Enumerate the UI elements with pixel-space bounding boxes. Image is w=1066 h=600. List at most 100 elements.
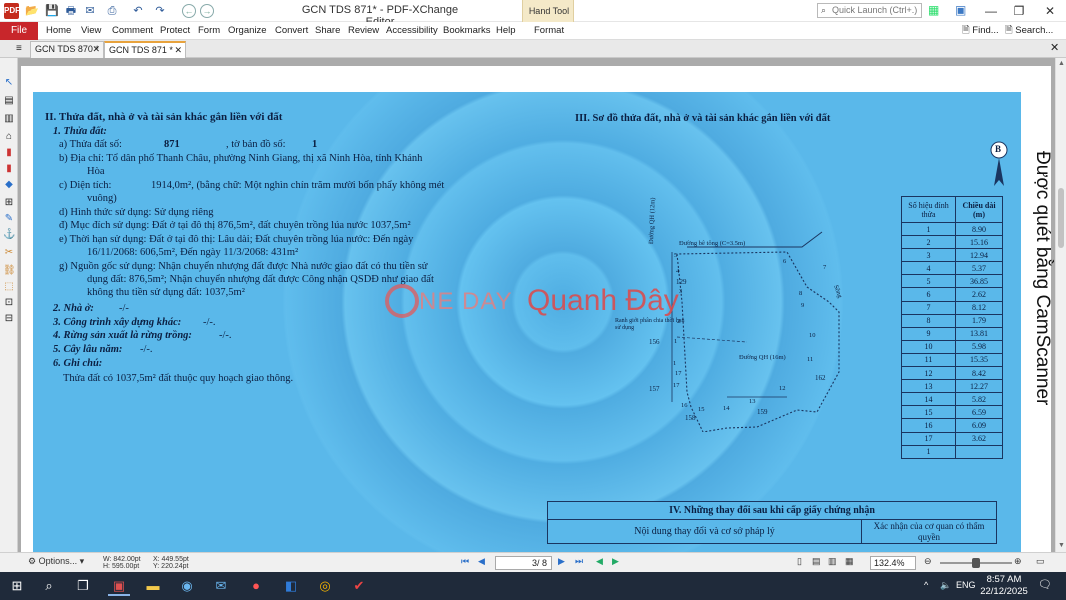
tab-share[interactable]: Share bbox=[315, 22, 340, 40]
zoom-slider-knob[interactable] bbox=[972, 558, 980, 568]
back-icon[interactable]: ← bbox=[182, 4, 196, 18]
system-clock[interactable]: 8:57 AM 22/12/2025 bbox=[979, 574, 1029, 598]
vertex-label: 12 bbox=[779, 385, 786, 392]
notifications-icon[interactable]: 🗨 bbox=[1038, 578, 1052, 591]
redo-icon[interactable]: ↷ bbox=[152, 3, 168, 19]
save-icon[interactable]: 💾 bbox=[44, 3, 60, 19]
outlook-taskbar-icon[interactable]: ◧ bbox=[280, 576, 302, 596]
fields-icon[interactable]: ⊞ bbox=[3, 196, 15, 209]
forward-icon[interactable]: → bbox=[200, 4, 214, 18]
app-logo-icon[interactable]: PDF bbox=[4, 3, 20, 19]
zoom-input[interactable]: 132.4% bbox=[870, 556, 916, 570]
zalo-taskbar-icon[interactable]: ● bbox=[245, 576, 267, 596]
email-icon[interactable]: ✉ bbox=[82, 3, 98, 19]
document-viewport[interactable]: II. Thửa đất, nhà ở và tài sản khác gắn … bbox=[18, 58, 1055, 552]
windows-start-icon[interactable]: ⊞ bbox=[6, 576, 28, 596]
tab-format[interactable]: Format bbox=[534, 22, 564, 40]
file-tab[interactable]: File bbox=[0, 22, 38, 40]
close-tab-icon[interactable]: ✕ bbox=[92, 42, 100, 57]
tab-list-icon[interactable]: ≡ bbox=[16, 43, 22, 54]
order-icon[interactable]: ⊟ bbox=[3, 312, 15, 325]
open-icon[interactable]: 📂 bbox=[24, 3, 40, 19]
single-page-icon[interactable]: ▯ bbox=[797, 556, 802, 567]
close-document-icon[interactable]: ✕ bbox=[1050, 41, 1059, 54]
tab-view[interactable]: View bbox=[81, 22, 101, 40]
tray-chevron-icon[interactable]: ^ bbox=[924, 580, 928, 590]
thumbnails-icon[interactable]: ▥ bbox=[3, 112, 15, 125]
search-button[interactable]: 🗎 Search... bbox=[1005, 23, 1053, 39]
tab-form[interactable]: Form bbox=[198, 22, 220, 40]
minimize-button[interactable]: — bbox=[978, 1, 1004, 21]
first-page-button[interactable]: ⏮ bbox=[461, 556, 469, 567]
search-taskbar-icon[interactable]: ⌕ bbox=[38, 576, 60, 596]
tab-comment[interactable]: Comment bbox=[112, 22, 153, 40]
last-page-button[interactable]: ⏭ bbox=[575, 556, 583, 567]
signatures-icon[interactable]: ✎ bbox=[3, 212, 15, 225]
close-button[interactable]: ✕ bbox=[1037, 1, 1063, 21]
scan-icon[interactable]: ⎙ bbox=[104, 3, 120, 19]
app-taskbar-icon[interactable]: ◉ bbox=[176, 576, 198, 596]
undo-icon[interactable]: ↶ bbox=[130, 3, 146, 19]
attachments-icon[interactable]: ⌂ bbox=[3, 130, 15, 143]
tab-home[interactable]: Home bbox=[46, 22, 71, 40]
file-explorer-icon[interactable]: ▬ bbox=[142, 576, 164, 596]
close-tab-icon[interactable]: ✕ bbox=[174, 43, 182, 58]
scroll-up-icon[interactable]: ▲ bbox=[1056, 60, 1066, 67]
doc-tab-870[interactable]: GCN TDS 870 * ✕ bbox=[30, 41, 104, 58]
pointer-icon[interactable]: ↖ bbox=[3, 76, 15, 89]
print-icon[interactable]: 🖶 bbox=[63, 3, 79, 19]
origin-line-2: dụng đất: 876,5m²; Nhận chuyển nhượng đấ… bbox=[87, 274, 434, 285]
layout-icon[interactable]: ▦ bbox=[928, 3, 939, 17]
zoom-in-button[interactable]: ⊕ bbox=[1014, 556, 1022, 567]
next-view-button[interactable]: ▶ bbox=[612, 556, 619, 567]
properties-icon[interactable]: ⊡ bbox=[3, 296, 15, 309]
scroll-down-icon[interactable]: ▼ bbox=[1056, 542, 1066, 549]
destinations-icon[interactable]: ⚓ bbox=[3, 228, 15, 241]
options-button[interactable]: ⚙ Options... ▾ bbox=[28, 556, 84, 567]
table-row: 10 5.98 bbox=[901, 339, 1003, 354]
content-icon[interactable]: ⬚ bbox=[3, 280, 15, 293]
tab-accessibility[interactable]: Accessibility bbox=[386, 22, 438, 40]
tags-icon[interactable]: ✂ bbox=[3, 246, 15, 259]
layers-icon[interactable]: ◆ bbox=[3, 178, 15, 191]
chrome-taskbar-icon[interactable]: ◎ bbox=[314, 576, 336, 596]
maximize-button[interactable]: ❐ bbox=[1006, 1, 1032, 21]
previous-view-button[interactable]: ◀ bbox=[596, 556, 603, 567]
length-cell: 12.94 bbox=[955, 248, 1003, 263]
links-icon[interactable]: ⛓ bbox=[3, 264, 16, 277]
fullscreen-icon[interactable]: ▭ bbox=[1036, 556, 1045, 567]
previous-page-button[interactable]: ◀ bbox=[478, 556, 485, 567]
continuous-page-icon[interactable]: ▤ bbox=[812, 556, 821, 567]
area-line-2: vuông) bbox=[87, 193, 117, 204]
facing-continuous-icon[interactable]: ▦ bbox=[845, 556, 854, 567]
scrollbar-thumb[interactable] bbox=[1058, 188, 1064, 248]
bookmark-icon[interactable]: ▮ bbox=[3, 146, 15, 159]
quick-launch-input[interactable]: ⌕ Quick Launch (Ctrl+.) bbox=[817, 3, 922, 18]
facing-page-icon[interactable]: ▥ bbox=[828, 556, 837, 567]
tab-bookmarks[interactable]: Bookmarks bbox=[443, 22, 491, 40]
tab-help[interactable]: Help bbox=[496, 22, 516, 40]
vertical-scrollbar[interactable]: ▲ ▼ bbox=[1055, 58, 1066, 552]
tab-protect[interactable]: Protect bbox=[160, 22, 190, 40]
tab-convert[interactable]: Convert bbox=[275, 22, 308, 40]
app-taskbar-icon-2[interactable]: ✔ bbox=[348, 576, 370, 596]
origin-line-3: không thu tiền sử dụng đất: 1037,5m² bbox=[87, 287, 245, 298]
pages-icon[interactable]: ▤ bbox=[3, 94, 15, 107]
grid-icon[interactable]: ▣ bbox=[955, 3, 966, 17]
volume-icon[interactable]: 🔈 bbox=[940, 580, 951, 591]
doc-tab-871[interactable]: GCN TDS 871 * ✕ bbox=[104, 41, 186, 58]
length-cell: 6.09 bbox=[955, 418, 1003, 433]
pdf-xchange-taskbar-icon[interactable]: ▣ bbox=[108, 576, 130, 596]
mail-taskbar-icon[interactable]: ✉ bbox=[210, 576, 232, 596]
road-label-concrete: Đường bê tông (C=3.5m) bbox=[679, 240, 746, 247]
next-page-button[interactable]: ▶ bbox=[558, 556, 565, 567]
find-button[interactable]: 🗎 Find... bbox=[962, 23, 999, 39]
tab-organize[interactable]: Organize bbox=[228, 22, 267, 40]
language-indicator[interactable]: ENG bbox=[956, 580, 976, 590]
task-view-icon[interactable]: ❐ bbox=[72, 576, 94, 596]
page-number-input[interactable]: 3/ 8 bbox=[495, 556, 552, 570]
comments-icon[interactable]: ▮ bbox=[3, 162, 15, 175]
tab-review[interactable]: Review bbox=[348, 22, 379, 40]
parcel-number-label: a) Thửa đất số: bbox=[59, 139, 122, 150]
zoom-out-button[interactable]: ⊖ bbox=[924, 556, 932, 567]
